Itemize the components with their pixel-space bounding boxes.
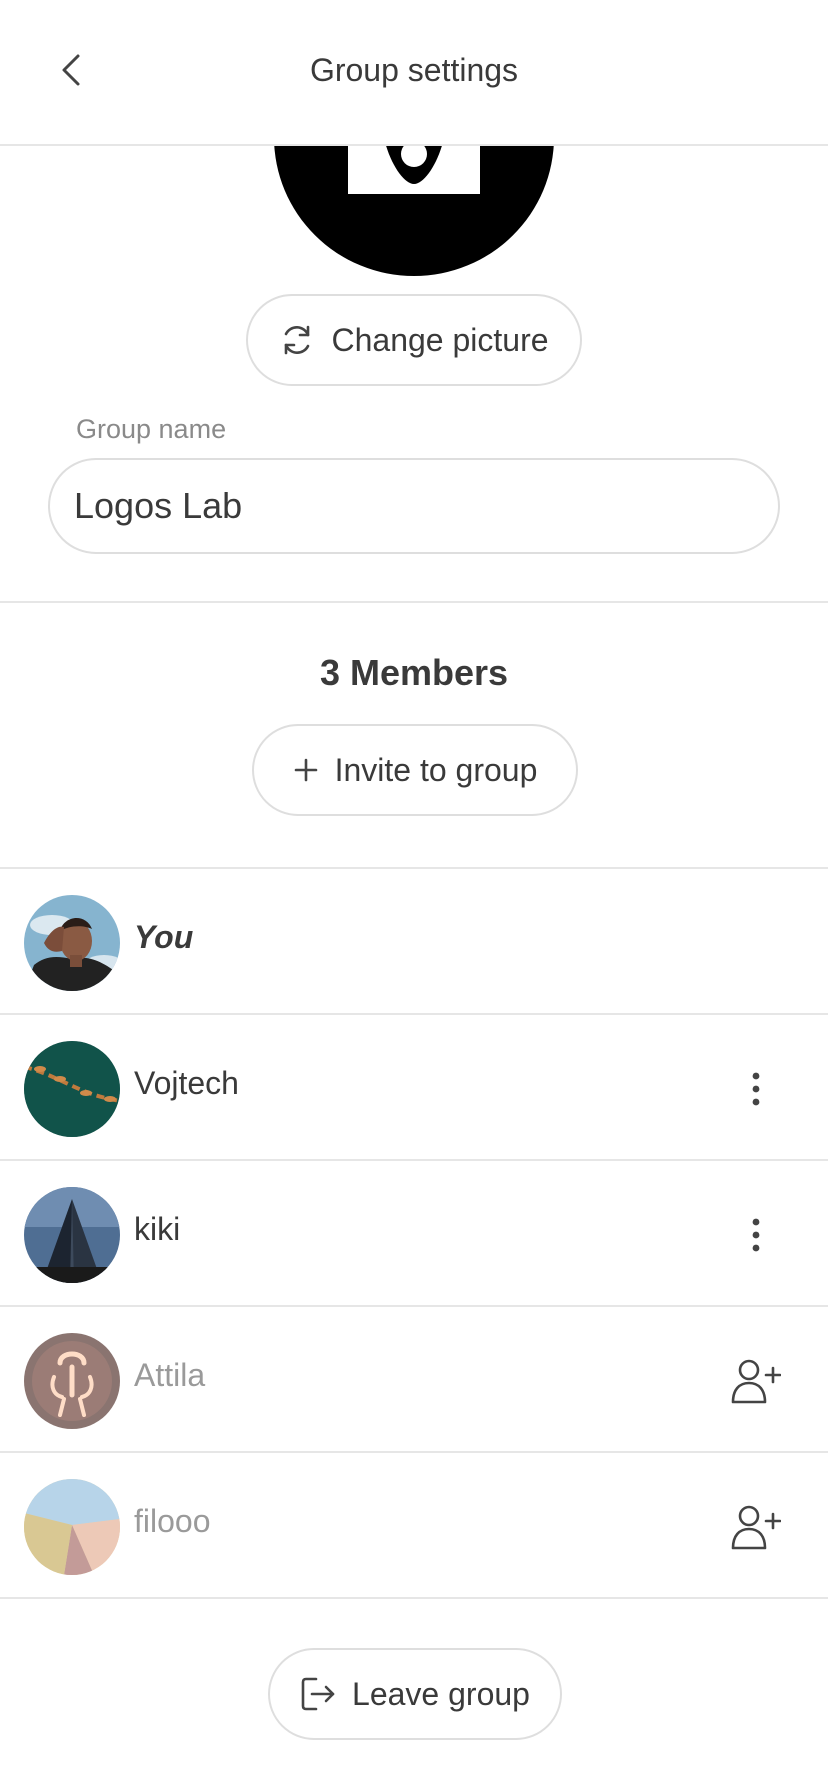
member-row-attila[interactable]: Attila — [0, 1307, 828, 1451]
group-logo — [348, 146, 480, 194]
member-name: Attila — [134, 1357, 206, 1393]
more-vertical-icon — [752, 1072, 760, 1106]
member-name: kiki — [134, 1211, 181, 1247]
group-picture[interactable] — [274, 146, 554, 276]
eye-icon — [386, 146, 442, 184]
page-title: Group settings — [309, 52, 519, 88]
leave-group-button[interactable]: Leave group — [268, 1648, 562, 1740]
group-name-label: Group name — [76, 414, 227, 444]
add-user-icon — [731, 1359, 781, 1404]
invite-to-group-label: Invite to group — [334, 751, 538, 788]
member-options-button[interactable] — [726, 1205, 786, 1265]
add-member-button[interactable] — [726, 1497, 786, 1557]
section-divider — [0, 601, 828, 603]
avatar — [24, 1041, 120, 1137]
member-row-kiki[interactable]: kiki — [0, 1161, 828, 1305]
member-options-button[interactable] — [726, 1059, 786, 1119]
add-member-button[interactable] — [726, 1351, 786, 1411]
avatar — [24, 1333, 120, 1429]
invite-to-group-button[interactable]: Invite to group — [252, 724, 578, 816]
avatar — [24, 1187, 120, 1283]
avatar — [24, 1479, 120, 1575]
group-name-value: Logos Lab — [74, 485, 243, 526]
group-picture-area — [0, 146, 828, 276]
avatar — [24, 895, 120, 991]
change-picture-label: Change picture — [331, 321, 549, 358]
add-user-icon — [731, 1505, 781, 1550]
member-row-vojtech[interactable]: Vojtech — [0, 1015, 828, 1159]
leave-group-label: Leave group — [352, 1675, 530, 1712]
members-count-title: 3 Members — [319, 652, 509, 693]
more-vertical-icon — [752, 1218, 760, 1252]
refresh-icon — [285, 325, 310, 355]
member-row-filooo[interactable]: filooo — [0, 1453, 828, 1597]
plus-icon — [294, 758, 317, 782]
exit-icon — [301, 1677, 335, 1711]
member-row-you: You — [0, 869, 828, 1013]
row-divider — [0, 1597, 828, 1599]
member-name: You — [134, 919, 194, 955]
change-picture-button[interactable]: Change picture — [246, 294, 582, 386]
group-name-field[interactable]: Logos Lab — [48, 458, 780, 554]
member-name: filooo — [134, 1503, 211, 1539]
member-name: Vojtech — [134, 1065, 239, 1101]
